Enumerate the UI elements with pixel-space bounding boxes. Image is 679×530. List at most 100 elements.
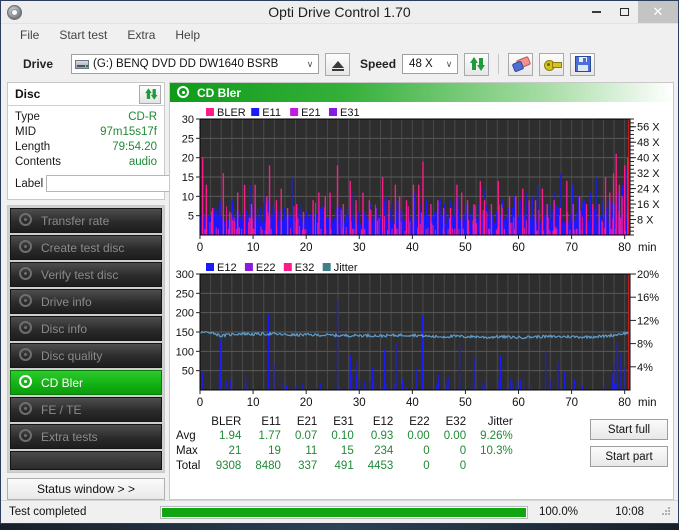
- sidebar-item-extra-tests[interactable]: Extra tests: [10, 424, 162, 449]
- disc-label-key: Label: [15, 177, 44, 190]
- drive-toolbar: Drive (G:) BENQ DVD DD DW1640 BSRB ∨ Spe…: [1, 46, 678, 82]
- cell: 11: [305, 445, 318, 457]
- row-label-max: Max: [176, 445, 198, 457]
- svg-text:10: 10: [247, 242, 260, 254]
- cell: 0: [423, 445, 430, 457]
- refresh-drive-button[interactable]: [464, 52, 490, 76]
- svg-text:E22: E22: [256, 262, 276, 274]
- col-e12: E12: [372, 416, 394, 428]
- sidebar-item-cd-bler[interactable]: CD Bler: [10, 370, 162, 395]
- disc-panel: Disc Type CD-R MID 97m15s17f Length 79:5…: [7, 82, 251, 200]
- plugin-button[interactable]: [539, 52, 565, 76]
- disc-test-icon: [19, 402, 34, 417]
- start-full-button[interactable]: Start full: [590, 419, 668, 440]
- floppy-save-icon: [574, 56, 591, 72]
- svg-text:8 X: 8 X: [637, 215, 654, 227]
- svg-text:60: 60: [512, 242, 525, 254]
- sidebar-item-disc-info[interactable]: Disc info: [10, 316, 162, 341]
- status-window-button[interactable]: Status window > >: [7, 478, 165, 500]
- svg-text:min: min: [638, 397, 657, 409]
- menu-item-file[interactable]: File: [11, 26, 48, 44]
- menu-item-help[interactable]: Help: [166, 26, 209, 44]
- bler-chart[interactable]: BLER E11 E21 E31 5 10 15 20 25 30 8 X 16 X 24 X 32 X 4…: [170, 102, 673, 257]
- sidebar-item-verify-test-disc[interactable]: Verify test disc: [10, 262, 162, 287]
- sidebar-item-disc-quality[interactable]: Disc quality: [10, 343, 162, 368]
- menu-item-extra[interactable]: Extra: [118, 26, 164, 44]
- nav-filler: [10, 451, 162, 470]
- disc-test-icon: [19, 294, 34, 309]
- menu-bar: File Start test Extra Help: [1, 24, 678, 46]
- row-label-total: Total: [176, 460, 201, 472]
- svg-text:5: 5: [188, 211, 194, 223]
- save-button[interactable]: [570, 52, 596, 76]
- statistics-area: BLER E11 E21 E31 E12 E22 E32 Jitter Avg: [170, 412, 673, 476]
- start-part-button[interactable]: Start part: [590, 446, 668, 467]
- col-e11: E11: [261, 416, 281, 428]
- table-header-row: BLER E11 E21 E31 E12 E22 E32 Jitter: [174, 416, 520, 429]
- progress-bar-fill: [162, 507, 526, 517]
- row-label-avg: Avg: [176, 430, 196, 442]
- cell: 1.77: [258, 430, 281, 442]
- svg-text:250: 250: [176, 288, 194, 300]
- svg-text:8%: 8%: [637, 339, 653, 351]
- disc-test-icon: [19, 240, 34, 255]
- col-e32: E32: [445, 416, 467, 428]
- maximize-button[interactable]: [610, 1, 638, 23]
- disc-row-length: Length 79:54.20: [15, 140, 157, 155]
- refresh-disc-button[interactable]: [139, 84, 161, 104]
- resize-grip[interactable]: [662, 507, 672, 517]
- chart-panel-title: CD Bler: [197, 85, 242, 100]
- cell: 0: [459, 460, 467, 472]
- cell: 0: [459, 445, 467, 457]
- test-nav-list: Transfer rate Create test disc Verify te…: [7, 205, 165, 473]
- cell: 0.00: [407, 430, 430, 442]
- svg-text:40 X: 40 X: [637, 153, 660, 165]
- svg-text:50: 50: [459, 242, 472, 254]
- sidebar-item-label: Disc info: [41, 321, 88, 336]
- disc-row-value: audio: [128, 156, 157, 168]
- disc-test-icon: [19, 348, 34, 363]
- svg-text:10: 10: [247, 397, 260, 409]
- svg-text:50: 50: [459, 397, 472, 409]
- sidebar-item-create-test-disc[interactable]: Create test disc: [10, 235, 162, 260]
- svg-text:Jitter: Jitter: [334, 262, 358, 274]
- svg-text:10: 10: [182, 191, 194, 203]
- svg-text:16 X: 16 X: [637, 199, 660, 211]
- svg-text:50: 50: [182, 366, 194, 378]
- cell: 234: [374, 445, 394, 457]
- disc-row-key: Length: [15, 141, 51, 153]
- disc-row-value: CD-R: [128, 111, 157, 123]
- menu-item-start-test[interactable]: Start test: [50, 26, 116, 44]
- table-row: Avg 1.94 1.77 0.07 0.10 0.93 0.00 0.00 9…: [174, 429, 520, 444]
- chart-panel-header: CD Bler: [170, 83, 673, 102]
- erase-disc-button[interactable]: [508, 52, 534, 76]
- svg-text:80: 80: [618, 397, 631, 409]
- toolbar-divider: [498, 54, 500, 74]
- cell: [473, 459, 520, 474]
- eject-button[interactable]: [325, 52, 351, 76]
- disc-label-row: Label: [15, 173, 251, 194]
- cell: 0.93: [370, 430, 394, 442]
- drive-select[interactable]: (G:) BENQ DVD DD DW1640 BSRB ∨: [71, 54, 320, 74]
- chart-panel: CD Bler BLER E11 E21 E31 5 10 15 20 25 30 8 X 16 X 2…: [169, 82, 674, 500]
- speed-select-value: 48 X: [409, 58, 433, 70]
- col-bler: BLER: [211, 416, 242, 428]
- cell: 19: [268, 445, 281, 457]
- cell: 0.07: [294, 430, 318, 442]
- col-jitter: Jitter: [487, 416, 513, 428]
- sidebar-item-label: Disc quality: [41, 348, 103, 363]
- disc-row-contents: Contents audio: [15, 155, 157, 170]
- e12-jitter-chart[interactable]: E12 E22 E32 Jitter 50 100 150 200 250 300 4% 8% 12% 1…: [170, 257, 673, 412]
- close-icon[interactable]: ✕: [638, 1, 678, 23]
- sidebar-item-transfer-rate[interactable]: Transfer rate: [10, 208, 162, 233]
- sidebar-item-fe-te[interactable]: FE / TE: [10, 397, 162, 422]
- cell: 15: [340, 445, 354, 457]
- chevron-down-icon: ∨: [306, 58, 314, 69]
- svg-text:0: 0: [197, 242, 203, 254]
- cell: 0.00: [443, 430, 467, 442]
- sidebar-item-drive-info[interactable]: Drive info: [10, 289, 162, 314]
- col-e21: E21: [296, 416, 318, 428]
- cd-bler-icon: [177, 86, 190, 99]
- minimize-button[interactable]: [582, 1, 610, 23]
- speed-select[interactable]: 48 X ∨: [402, 54, 459, 74]
